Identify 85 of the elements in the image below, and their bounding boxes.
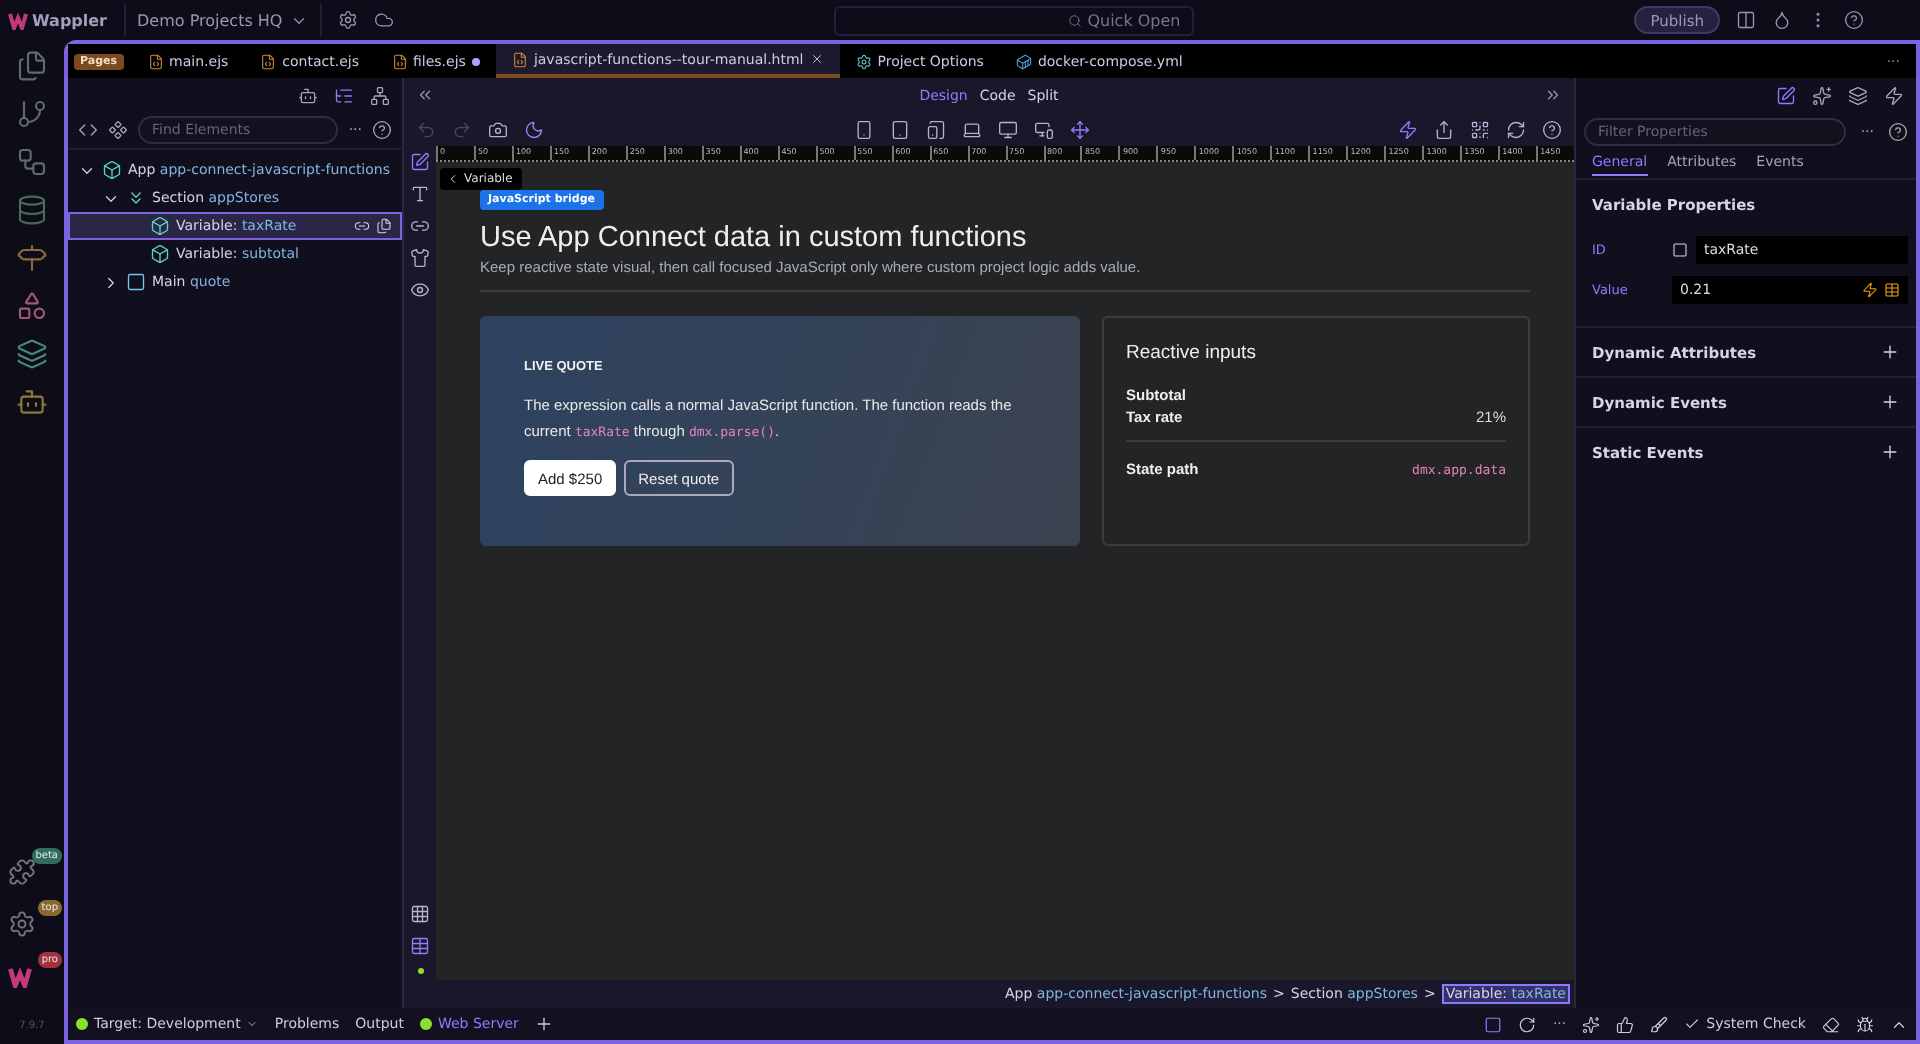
file-icon bbox=[147, 53, 164, 69]
plus-icon[interactable] bbox=[534, 1014, 555, 1034]
eye-icon[interactable] bbox=[410, 280, 430, 300]
modified-dot bbox=[471, 57, 480, 65]
files-icon[interactable] bbox=[16, 50, 48, 82]
help-icon[interactable] bbox=[1542, 119, 1562, 139]
cube-icon bbox=[150, 244, 170, 264]
file-icon bbox=[391, 53, 407, 69]
shapes-icon[interactable] bbox=[16, 290, 48, 322]
layers-icon[interactable] bbox=[16, 338, 48, 370]
quick-open-field[interactable]: Quick Open bbox=[834, 5, 1195, 35]
close-icon[interactable] bbox=[809, 52, 824, 66]
settings-icon[interactable] bbox=[338, 10, 359, 30]
puzzle-icon[interactable] bbox=[8, 858, 36, 886]
plus-icon[interactable] bbox=[1880, 442, 1900, 462]
table-icon[interactable] bbox=[410, 936, 430, 956]
robot-icon[interactable] bbox=[298, 85, 318, 105]
back-icon bbox=[446, 172, 460, 186]
database-icon[interactable] bbox=[16, 194, 48, 226]
shirt-icon[interactable] bbox=[410, 248, 430, 268]
check-icon bbox=[1684, 1016, 1701, 1032]
eraser-icon[interactable] bbox=[1822, 1015, 1840, 1033]
move-icon[interactable] bbox=[1069, 119, 1089, 139]
lightning-icon[interactable] bbox=[1398, 119, 1418, 139]
file-icon bbox=[511, 51, 528, 67]
tablet-icon[interactable] bbox=[925, 119, 945, 139]
droplet-icon[interactable] bbox=[1772, 10, 1792, 30]
moon-icon[interactable] bbox=[524, 119, 544, 139]
link-icon[interactable] bbox=[410, 216, 430, 236]
status-dot bbox=[417, 968, 423, 974]
logo-icon bbox=[8, 10, 28, 30]
branch-icon[interactable] bbox=[16, 98, 48, 130]
square-icon[interactable] bbox=[1484, 1015, 1503, 1033]
network-icon[interactable] bbox=[370, 85, 390, 105]
text-icon[interactable] bbox=[410, 184, 430, 204]
list-icon[interactable] bbox=[334, 85, 354, 105]
copy-icon[interactable] bbox=[376, 218, 392, 234]
file-icon bbox=[260, 53, 277, 69]
signpost-icon[interactable] bbox=[16, 242, 48, 274]
help-icon[interactable] bbox=[372, 120, 392, 140]
brush-icon[interactable] bbox=[1650, 1015, 1669, 1033]
logo-icon[interactable] bbox=[8, 964, 32, 988]
edit-icon[interactable] bbox=[410, 152, 430, 172]
cloud-icon[interactable] bbox=[374, 10, 395, 30]
code-icon[interactable] bbox=[78, 120, 98, 140]
app-logo: Wappler bbox=[8, 10, 108, 30]
refresh-icon[interactable] bbox=[1506, 119, 1526, 139]
phone-icon[interactable] bbox=[853, 119, 873, 139]
layout-icon[interactable] bbox=[1736, 10, 1756, 30]
qr-code-icon[interactable] bbox=[1470, 119, 1490, 139]
camera-icon[interactable] bbox=[488, 119, 508, 139]
page-title: Use App Connect data in custom functions bbox=[480, 222, 1029, 254]
bug-icon[interactable] bbox=[1856, 1015, 1874, 1033]
edit-icon[interactable] bbox=[1776, 85, 1796, 105]
lightning-icon[interactable] bbox=[1884, 85, 1904, 105]
gear-icon[interactable] bbox=[8, 910, 36, 938]
plus-icon[interactable] bbox=[1880, 392, 1900, 412]
tablet-icon[interactable] bbox=[889, 119, 909, 139]
cube-icon bbox=[150, 216, 170, 236]
laptop-icon[interactable] bbox=[961, 119, 981, 139]
plus-icon[interactable] bbox=[1880, 342, 1900, 362]
project-selector[interactable]: Demo Projects HQ bbox=[123, 4, 323, 36]
chevron-right-icon bbox=[102, 273, 120, 291]
table-icon[interactable] bbox=[1884, 282, 1900, 298]
sparkles-icon[interactable] bbox=[1582, 1015, 1601, 1033]
component-icon[interactable] bbox=[108, 120, 128, 140]
caret-icon bbox=[246, 1018, 259, 1030]
thumbs-up-icon[interactable] bbox=[1616, 1015, 1635, 1033]
collapse-icon[interactable] bbox=[416, 86, 434, 104]
card-title: Reactive inputs bbox=[1126, 342, 1258, 364]
lightning-icon[interactable] bbox=[1862, 282, 1878, 298]
robot-icon[interactable] bbox=[16, 386, 48, 418]
gear-icon bbox=[855, 53, 872, 69]
monitor-icon[interactable] bbox=[997, 119, 1017, 139]
search-icon bbox=[1067, 13, 1082, 27]
cube-icon bbox=[102, 160, 122, 180]
refresh-icon[interactable] bbox=[1518, 1015, 1537, 1033]
expand-icon[interactable] bbox=[1544, 86, 1562, 104]
grid-icon[interactable] bbox=[410, 904, 430, 924]
share-icon[interactable] bbox=[1434, 119, 1454, 139]
square-icon bbox=[126, 272, 146, 292]
help-icon[interactable] bbox=[1888, 121, 1908, 141]
monitor-icon[interactable] bbox=[1033, 119, 1053, 139]
workflow-icon[interactable] bbox=[16, 146, 48, 178]
help-icon[interactable] bbox=[1844, 10, 1864, 30]
